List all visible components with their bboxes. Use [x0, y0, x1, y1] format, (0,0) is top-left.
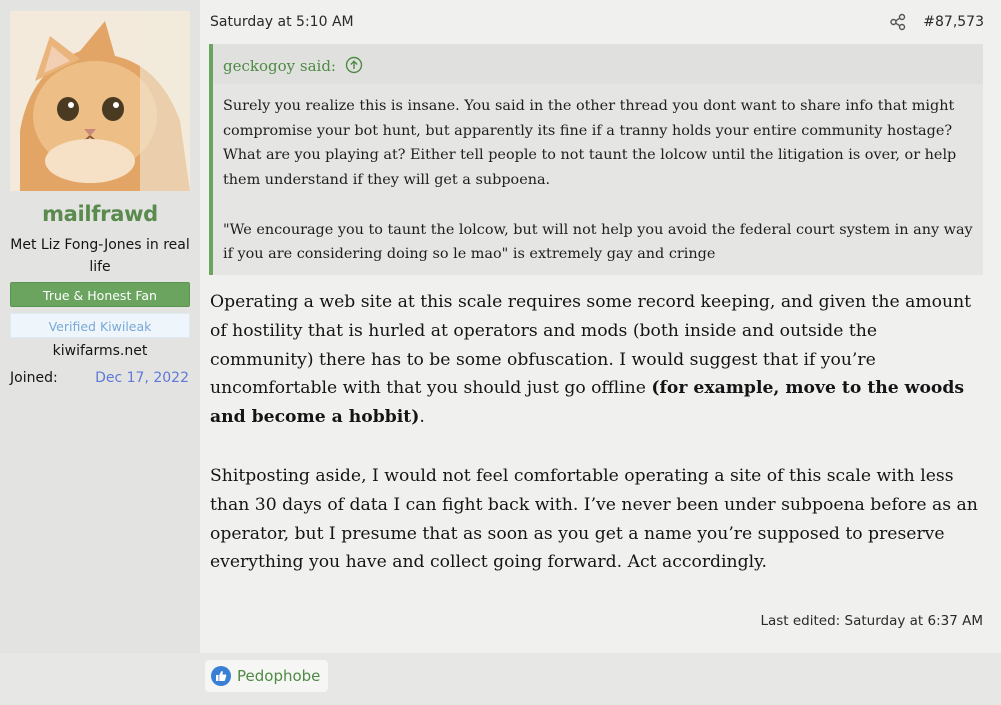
message-paragraph: Operating a web site at this scale requi…	[210, 288, 980, 432]
message-text-end: .	[419, 407, 425, 428]
forum-post: mailfrawd Met Liz Fong-Jones in real lif…	[0, 0, 1001, 705]
avatar[interactable]	[10, 11, 190, 191]
user-website: kiwifarms.net	[52, 343, 148, 359]
cat-avatar-image	[10, 11, 190, 191]
quote-paragraph: "We encourage you to taunt the lolcow, b…	[223, 221, 973, 263]
share-icon[interactable]	[889, 13, 907, 31]
user-title: Met Liz Fong-Jones in real life	[10, 237, 190, 275]
quote-author-link[interactable]: geckogoy said:	[223, 57, 336, 75]
username[interactable]: mailfrawd	[0, 202, 200, 226]
reaction-label[interactable]: Pedophobe	[237, 667, 320, 685]
quote-body: Surely you realize this is insane. You s…	[223, 94, 978, 267]
quote-block: geckogoy said: Surely you realize this i…	[209, 44, 983, 275]
reaction-bar[interactable]: Pedophobe	[205, 660, 329, 692]
message-paragraph: Shitposting aside, I would not feel comf…	[210, 465, 978, 573]
post-date-link[interactable]: Saturday at 5:10 AM	[210, 14, 354, 30]
thumbs-up-icon	[211, 666, 231, 686]
last-edited: Last edited: Saturday at 6:37 AM	[760, 613, 983, 629]
post-main: Saturday at 5:10 AM #87,573 geckogoy sai…	[200, 0, 1001, 653]
joined-label: Joined:	[10, 370, 58, 386]
jump-to-quote-icon[interactable]	[345, 56, 363, 74]
quote-header: geckogoy said:	[213, 44, 983, 84]
post-number-link[interactable]: #87,573	[923, 14, 984, 30]
user-banner-true-honest-fan: True & Honest Fan	[10, 282, 190, 307]
quote-paragraph: Surely you realize this is insane. You s…	[223, 98, 957, 189]
joined-date: Dec 17, 2022	[95, 370, 189, 386]
user-sidebar: mailfrawd Met Liz Fong-Jones in real lif…	[0, 0, 200, 653]
user-banner-verified-kiwileak: Verified Kiwileak	[10, 313, 190, 338]
post-message: Operating a web site at this scale requi…	[210, 288, 980, 577]
